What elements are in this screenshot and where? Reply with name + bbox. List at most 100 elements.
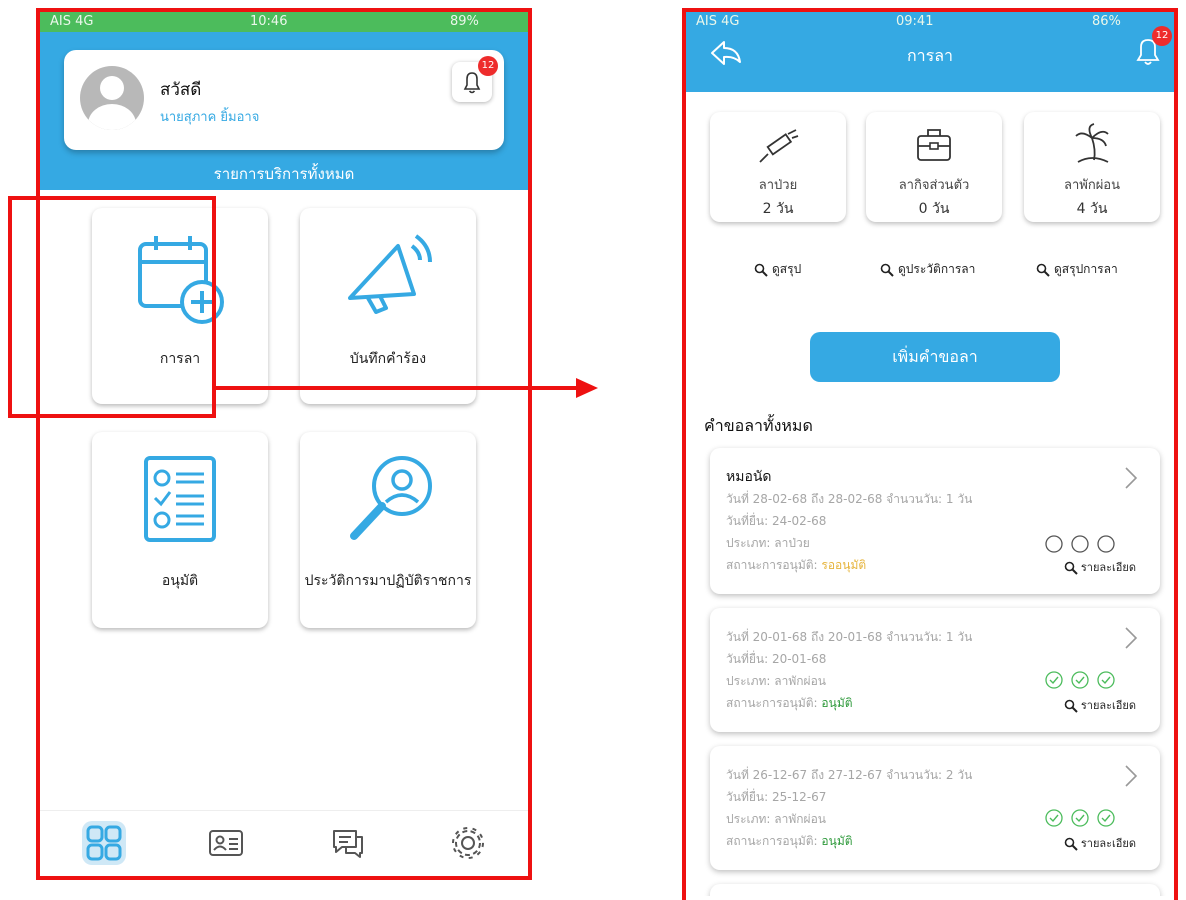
leave-request-card[interactable]: วันที่ 20-01-68 ถึง 20-01-68 จำนวนวัน: 1… bbox=[710, 608, 1160, 732]
status-label: สถานะการอนุมัติ: bbox=[726, 834, 822, 848]
chevron-right-icon bbox=[1125, 467, 1138, 489]
chevron-right-icon bbox=[1125, 765, 1138, 787]
request-submitted: วันที่ยื่น: 25-12-67 bbox=[726, 790, 827, 804]
tile-leave[interactable]: การลา bbox=[92, 208, 268, 404]
greeting-text: สวัสดี bbox=[160, 80, 202, 100]
arrow-right-icon bbox=[214, 378, 598, 398]
tile-label: บันทึกคำร้อง bbox=[349, 351, 427, 367]
bottom-nav bbox=[40, 810, 528, 876]
checklist-icon bbox=[144, 456, 216, 542]
request-status-row: สถานะการอนุมัติ: อนุมัติ bbox=[726, 694, 853, 713]
nav-home[interactable] bbox=[82, 821, 126, 865]
detail-label: รายละเอียด bbox=[1080, 699, 1136, 712]
grid-icon bbox=[86, 825, 122, 861]
link-label: ดูสรุป bbox=[772, 262, 802, 276]
contact-card-icon bbox=[209, 830, 243, 856]
request-type: ประเภท: ลาพักผ่อน bbox=[726, 812, 826, 826]
status-label: สถานะการอนุมัติ: bbox=[726, 696, 822, 710]
leave-screen: AIS 4G 09:41 86% การลา 12 ลาป่วย 2 วัน ล… bbox=[686, 12, 1174, 896]
stat-name: ลากิจส่วนตัว bbox=[898, 178, 970, 193]
detail-link[interactable]: รายละเอียด bbox=[1064, 696, 1136, 714]
link-label: ดูประวัติการลา bbox=[898, 262, 976, 276]
search-icon bbox=[1064, 837, 1078, 851]
add-leave-request-button[interactable]: เพิ่มคำขอลา bbox=[810, 332, 1060, 382]
nav-settings[interactable] bbox=[446, 821, 490, 865]
tile-approve[interactable]: อนุมัติ bbox=[92, 432, 268, 628]
carrier: AIS 4G bbox=[696, 14, 740, 29]
request-status-row: สถานะการอนุมัติ: รออนุมัติ bbox=[726, 556, 866, 575]
status-bar: AIS 4G 09:41 86% bbox=[686, 12, 1174, 32]
search-icon bbox=[1064, 699, 1078, 713]
briefcase-icon bbox=[917, 129, 951, 161]
request-heading: หมอนัด bbox=[726, 469, 772, 485]
search-icon bbox=[1064, 561, 1078, 575]
detail-label: รายละเอียด bbox=[1080, 837, 1136, 850]
leave-request-card[interactable]: วันที่ 26-12-67 ถึง 27-12-67 จำนวนวัน: 2… bbox=[710, 746, 1160, 870]
tile-petition[interactable]: บันทึกคำร้อง bbox=[300, 208, 476, 404]
stat-sick-leave[interactable]: ลาป่วย 2 วัน bbox=[710, 112, 846, 222]
status-badge: อนุมัติ bbox=[821, 834, 853, 848]
request-type: ประเภท: ลาพักผ่อน bbox=[726, 674, 826, 688]
stat-name: ลาพักผ่อน bbox=[1063, 178, 1121, 193]
approval-steps-approved-icon bbox=[1045, 671, 1115, 689]
nav-profile[interactable] bbox=[204, 821, 248, 865]
tile-label: การลา bbox=[159, 351, 201, 367]
stat-vacation-leave[interactable]: ลาพักผ่อน 4 วัน bbox=[1024, 112, 1160, 222]
services-title: รายการบริการทั้งหมด bbox=[213, 165, 355, 183]
request-dates: วันที่ 20-01-68 ถึง 20-01-68 จำนวนวัน: 1… bbox=[726, 630, 973, 644]
clock: 10:46 bbox=[250, 14, 288, 29]
request-submitted: วันที่ยื่น: 20-01-68 bbox=[726, 652, 827, 666]
carrier: AIS 4G bbox=[50, 14, 94, 29]
request-type: ประเภท: ลาป่วย bbox=[726, 536, 810, 550]
syringe-icon bbox=[759, 129, 799, 163]
status-badge: รออนุมัติ bbox=[821, 558, 867, 572]
detail-label: รายละเอียด bbox=[1080, 561, 1136, 574]
page-title: การลา bbox=[906, 46, 954, 65]
greeting-card: สวัสดี นายสุภาค ยิ้มอาจ 12 bbox=[64, 50, 504, 150]
battery: 86% bbox=[1092, 14, 1121, 29]
calendar-add-icon bbox=[138, 236, 224, 324]
chevron-right-icon bbox=[1125, 627, 1138, 649]
tile-label: อนุมัติ bbox=[161, 573, 199, 589]
tile-attendance-history[interactable]: ประวัติการมาปฏิบัติราชการ bbox=[300, 432, 476, 628]
approval-steps-approved-icon bbox=[1045, 809, 1115, 827]
notification-badge: 12 bbox=[1152, 26, 1172, 46]
notification-button[interactable]: 12 bbox=[452, 56, 498, 102]
request-dates: วันที่ 26-12-67 ถึง 27-12-67 จำนวนวัน: 2… bbox=[726, 768, 973, 782]
avatar bbox=[80, 66, 144, 130]
chat-icon bbox=[333, 830, 363, 858]
detail-link[interactable]: รายละเอียด bbox=[1064, 558, 1136, 576]
megaphone-icon bbox=[348, 234, 432, 314]
status-label: สถานะการอนุมัติ: bbox=[726, 558, 822, 572]
link-label: ดูสรุปการลา bbox=[1054, 262, 1118, 276]
stat-value: 4 วัน bbox=[1076, 201, 1108, 217]
stat-name: ลาป่วย bbox=[758, 178, 798, 193]
stat-value: 2 วัน bbox=[762, 201, 794, 217]
nav-messages[interactable] bbox=[326, 821, 370, 865]
tile-label: ประวัติการมาปฏิบัติราชการ bbox=[304, 573, 472, 589]
status-badge: อนุมัติ bbox=[821, 696, 853, 710]
approval-steps-pending-icon bbox=[1045, 535, 1115, 553]
link-summary[interactable]: ดูสรุป bbox=[754, 260, 801, 279]
detail-link[interactable]: รายละเอียด bbox=[1064, 834, 1136, 852]
search-icon bbox=[880, 263, 894, 277]
notification-button[interactable]: 12 bbox=[1130, 26, 1172, 70]
leave-request-card[interactable]: หมอนัด วันที่ 28-02-68 ถึง 28-02-68 จำนว… bbox=[710, 448, 1160, 594]
user-name: นายสุภาค ยิ้มอาจ bbox=[160, 110, 260, 125]
request-dates: วันที่ 28-02-68 ถึง 28-02-68 จำนวนวัน: 1… bbox=[726, 492, 973, 506]
requests-title: คำขอลาทั้งหมด bbox=[704, 416, 813, 435]
leave-request-card-partial[interactable] bbox=[710, 884, 1160, 896]
home-screen: AIS 4G 10:46 89% สวัสดี นายสุภาค ยิ้มอาจ… bbox=[40, 12, 528, 876]
stat-value: 0 วัน bbox=[918, 201, 950, 217]
search-person-icon bbox=[350, 456, 432, 540]
gear-icon bbox=[452, 827, 484, 859]
search-icon bbox=[754, 263, 768, 277]
status-bar: AIS 4G 10:46 89% bbox=[40, 12, 528, 32]
search-icon bbox=[1036, 263, 1050, 277]
clock: 09:41 bbox=[896, 14, 934, 29]
request-submitted: วันที่ยื่น: 24-02-68 bbox=[726, 514, 827, 528]
link-leave-summary[interactable]: ดูสรุปการลา bbox=[1036, 260, 1118, 279]
stat-personal-leave[interactable]: ลากิจส่วนตัว 0 วัน bbox=[866, 112, 1002, 222]
link-leave-history[interactable]: ดูประวัติการลา bbox=[880, 260, 975, 279]
notification-badge: 12 bbox=[478, 56, 498, 76]
